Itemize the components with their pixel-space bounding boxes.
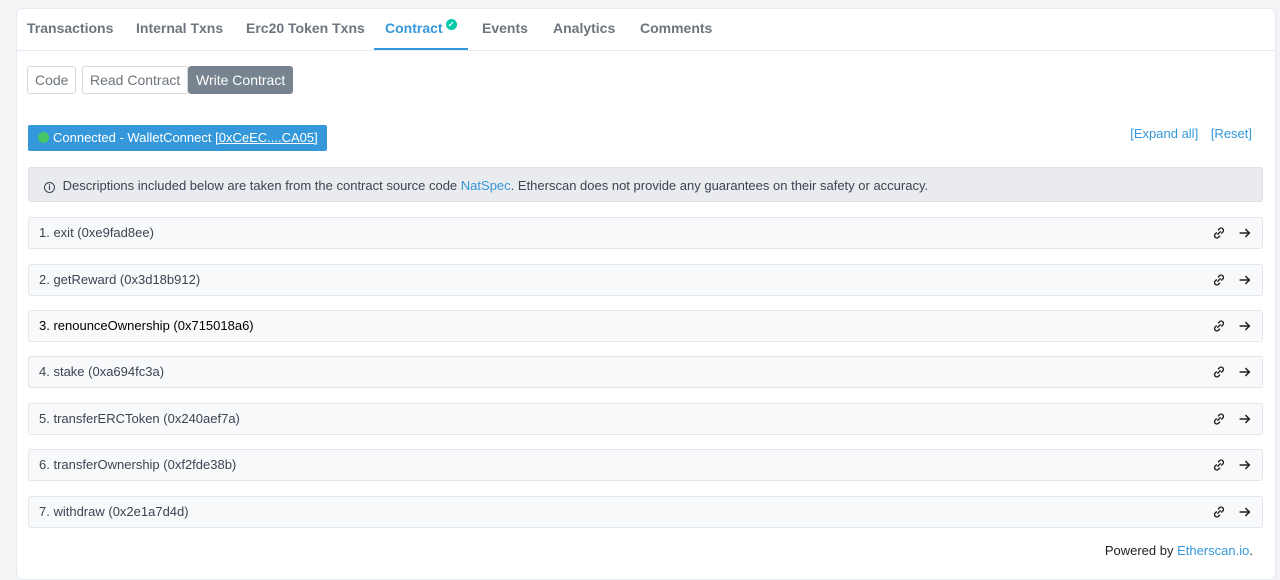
link-icon[interactable] [1212, 412, 1226, 426]
tab-label: Internal Txns [136, 20, 224, 36]
code-button[interactable]: Code [27, 66, 77, 94]
notice-text-after: . Etherscan does not provide any guarant… [510, 178, 929, 193]
tab-label: Erc20 Token Txns [246, 20, 365, 36]
tab-analytics[interactable]: Analytics [553, 9, 615, 48]
link-icon[interactable] [1212, 458, 1226, 472]
function-row[interactable]: 7. withdraw (0x2e1a7d4d) [28, 496, 1263, 528]
function-row[interactable]: 4. stake (0xa694fc3a) [28, 356, 1263, 388]
function-label: 2. getReward (0x3d18b912) [39, 272, 201, 287]
powered-by: Powered by Etherscan.io. [1105, 543, 1253, 558]
arrow-right-icon[interactable] [1238, 365, 1252, 379]
tab-bar: Transactions Internal Txns Erc20 Token T… [17, 9, 1275, 51]
arrow-right-icon[interactable] [1238, 319, 1252, 333]
function-label: 3. renounceOwnership (0x715018a6) [39, 318, 254, 333]
tab-label: Analytics [553, 20, 616, 36]
link-icon[interactable] [1212, 365, 1226, 379]
read-contract-button[interactable]: Read Contract [82, 66, 189, 94]
write-contract-button[interactable]: Write Contract [188, 66, 294, 94]
tab-events[interactable]: Events [482, 9, 528, 48]
function-label: 4. stake (0xa694fc3a) [39, 364, 165, 379]
function-row[interactable]: 5. transferERCToken (0x240aef7a) [28, 403, 1263, 435]
notice-text-before: Descriptions included below are taken fr… [62, 178, 458, 193]
function-label: 5. transferERCToken (0x240aef7a) [39, 411, 240, 426]
function-row[interactable]: 6. transferOwnership (0xf2fde38b) [28, 449, 1263, 481]
function-label: 7. withdraw (0x2e1a7d4d) [39, 504, 189, 519]
etherscan-link[interactable]: Etherscan.io [1177, 543, 1249, 558]
arrow-right-icon[interactable] [1238, 226, 1252, 240]
wallet-address-link[interactable]: [0xCeEC....CA05] [215, 130, 318, 145]
tab-erc20-token-txns[interactable]: Erc20 Token Txns [246, 9, 365, 48]
tab-label: Comments [640, 20, 713, 36]
function-row[interactable]: 1. exit (0xe9fad8ee) [28, 217, 1263, 249]
expand-all-link[interactable]: [Expand all] [1130, 126, 1198, 141]
powered-by-text: Powered by [1104, 543, 1174, 558]
tab-internal-txns[interactable]: Internal Txns [136, 9, 223, 48]
arrow-right-icon[interactable] [1238, 458, 1252, 472]
function-label: 6. transferOwnership (0xf2fde38b) [39, 457, 237, 472]
tab-label: Contract [385, 20, 443, 36]
function-label: 1. exit (0xe9fad8ee) [39, 225, 154, 240]
expand-reset-links: [Expand all] [Reset] [1121, 126, 1252, 141]
arrow-right-icon[interactable] [1238, 273, 1252, 287]
arrow-right-icon[interactable] [1238, 505, 1252, 519]
link-icon[interactable] [1212, 226, 1226, 240]
tab-contract[interactable]: Contract ✓ [374, 9, 468, 50]
reset-link[interactable]: [Reset] [1211, 126, 1252, 141]
tab-comments[interactable]: Comments [640, 9, 712, 48]
link-icon[interactable] [1212, 505, 1226, 519]
function-row[interactable]: 3. renounceOwnership (0x715018a6) [28, 310, 1263, 342]
tab-label: Transactions [27, 20, 114, 36]
wallet-connected-button[interactable]: Connected - WalletConnect [0xCeEC....CA0… [28, 125, 327, 151]
verified-check-icon: ✓ [445, 19, 457, 30]
tab-label: Events [482, 20, 528, 36]
natspec-notice: i Descriptions included below are taken … [28, 167, 1263, 202]
arrow-right-icon[interactable] [1238, 412, 1252, 426]
natspec-link[interactable]: NatSpec [461, 178, 511, 193]
link-icon[interactable] [1212, 273, 1226, 287]
connected-status-icon [38, 132, 49, 143]
powered-by-suffix: . [1249, 543, 1253, 558]
tab-transactions[interactable]: Transactions [27, 9, 113, 48]
link-icon[interactable] [1212, 319, 1226, 333]
info-icon: i [44, 182, 55, 193]
function-row[interactable]: 2. getReward (0x3d18b912) [28, 264, 1263, 296]
contract-card: Transactions Internal Txns Erc20 Token T… [16, 8, 1276, 580]
wallet-status-text: Connected - WalletConnect [53, 130, 212, 145]
